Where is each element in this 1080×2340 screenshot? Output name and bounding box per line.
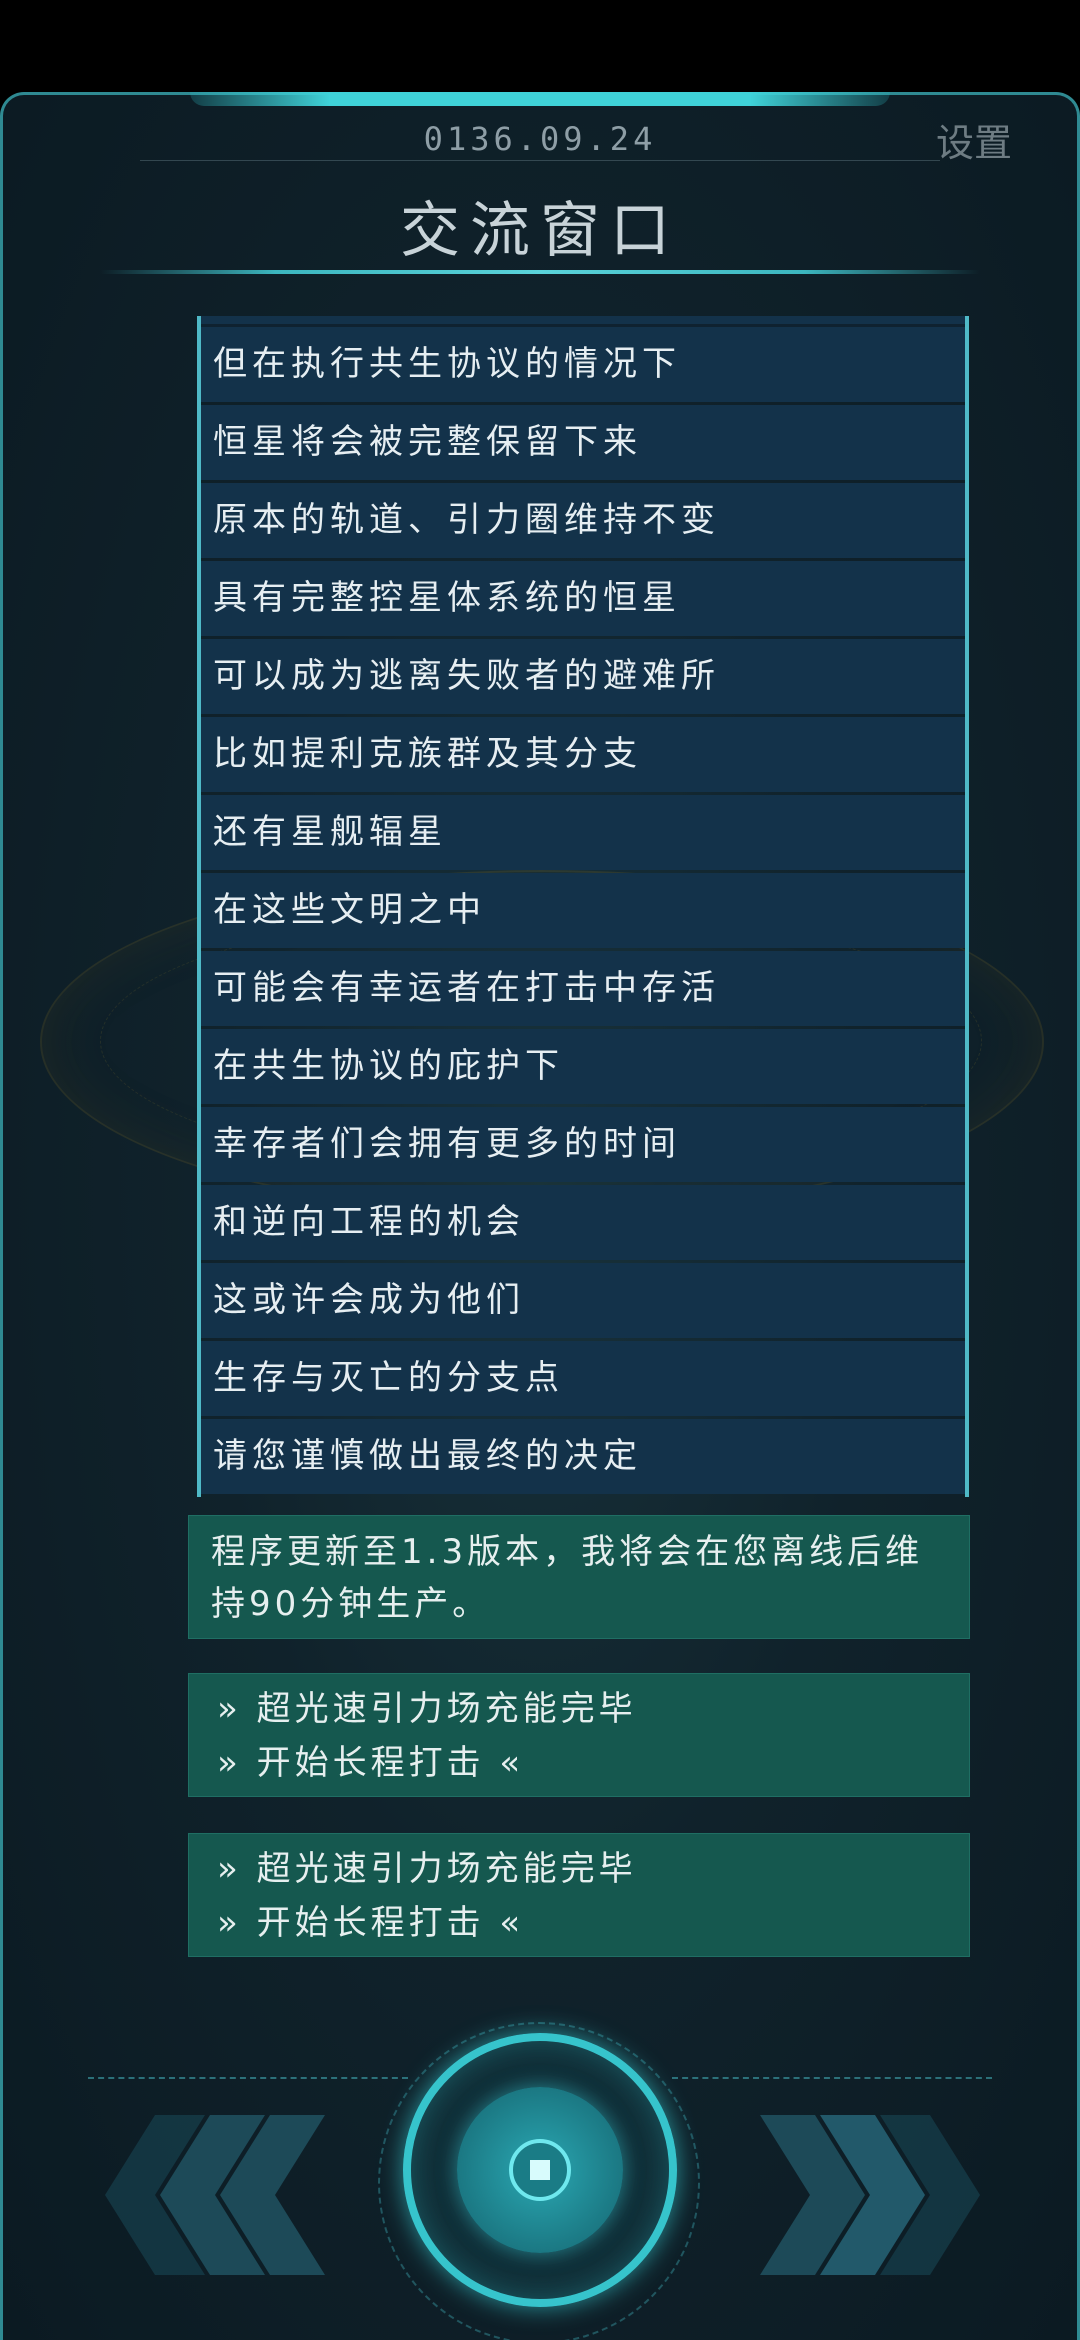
status-line: » 超光速引力场充能完毕 [217, 1689, 637, 1729]
double-chevron-left-icon [105, 2115, 325, 2275]
message-item: 但在执行共生协议的情况下 [201, 327, 965, 402]
status-card: » 超光速引力场充能完毕 » 开始长程打击 « [188, 1833, 970, 1957]
header-divider [140, 160, 940, 161]
message-item: 生存与灭亡的分支点 [201, 1341, 965, 1416]
message-item: 和逆向工程的机会 [201, 1185, 965, 1260]
message-item: 恒星将会被完整保留下来 [201, 405, 965, 480]
frame-top-glow [190, 92, 890, 106]
message-item: 可能会有幸运者在打击中存活 [201, 951, 965, 1026]
status-line: » 超光速引力场充能完毕 [217, 1849, 637, 1889]
message-item: 这或许会成为他们 [201, 1263, 965, 1338]
message-item: 请您谨慎做出最终的决定 [201, 1419, 965, 1494]
title-underline [100, 270, 980, 274]
message-item: 在共生协议的庇护下 [201, 1029, 965, 1104]
date-display: 0136.09.24 [423, 120, 657, 158]
status-card: » 超光速引力场充能完毕 » 开始长程打击 « [188, 1673, 970, 1797]
update-notice: 程序更新至1.3版本，我将会在您离线后维持90分钟生产。 [188, 1515, 970, 1639]
message-list[interactable]: 但在执行共生协议的情况下 恒星将会被完整保留下来 原本的轨道、引力圈维持不变 具… [197, 316, 969, 1497]
status-line: » 开始长程打击 « [217, 1903, 525, 1943]
settings-button[interactable]: 设置 [936, 112, 1012, 167]
app-screen: 0136.09.24 设置 交流窗口 但在执行共生协议的情况下 恒星将会被完整保… [0, 0, 1080, 2340]
bottom-divider-left [88, 2077, 408, 2079]
page-title: 交流窗口 [400, 196, 680, 266]
status-line: » 开始长程打击 « [217, 1743, 525, 1783]
message-list-top-cap [201, 316, 965, 327]
next-button[interactable] [755, 2115, 985, 2275]
message-item: 还有星舰辐星 [201, 795, 965, 870]
message-item: 具有完整控星体系统的恒星 [201, 561, 965, 636]
message-item: 可以成为逃离失败者的避难所 [201, 639, 965, 714]
message-item: 在这些文明之中 [201, 873, 965, 948]
previous-button[interactable] [100, 2115, 330, 2275]
message-item: 幸存者们会拥有更多的时间 [201, 1107, 965, 1182]
message-item: 比如提利克族群及其分支 [201, 717, 965, 792]
message-item: 原本的轨道、引力圈维持不变 [201, 483, 965, 558]
stop-square-icon [530, 2160, 550, 2180]
double-chevron-right-icon [760, 2115, 980, 2275]
bottom-divider-right [672, 2077, 992, 2079]
